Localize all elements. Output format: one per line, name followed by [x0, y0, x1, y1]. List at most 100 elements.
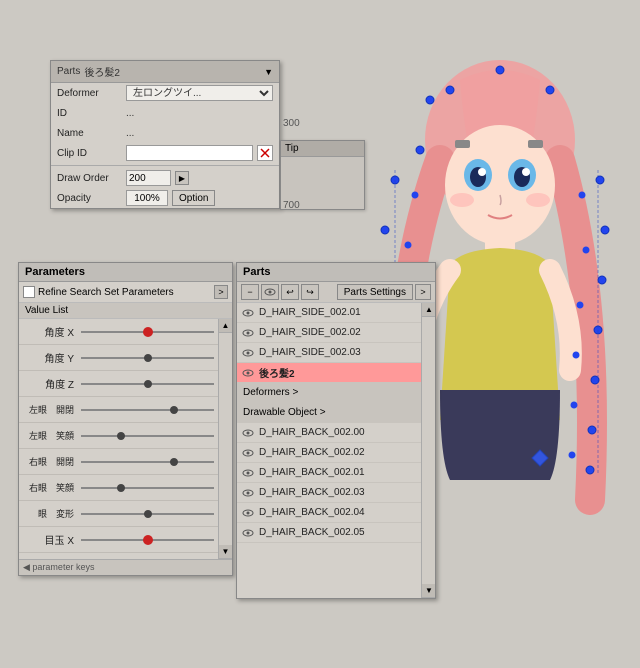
search-checkbox[interactable] [23, 286, 35, 298]
parts-eye-btn[interactable] [261, 284, 279, 300]
inspector-header: Parts 後ろ髪2 ▼ [51, 61, 279, 83]
scroll-up-btn[interactable]: ▲ [219, 319, 233, 333]
parts-item[interactable]: D_HAIR_SIDE_002.02 [237, 323, 421, 343]
params-row: 左眼 笑顔 [19, 423, 218, 449]
eye-icon[interactable] [241, 346, 255, 360]
parts-item-name: D_HAIR_SIDE_002.03 [259, 347, 361, 358]
params-row: 角度 Z [19, 371, 218, 397]
parts-item[interactable]: D_HAIR_BACK_002.00 [237, 423, 421, 443]
draw-order-label: Draw Order [57, 173, 122, 184]
params-row: 角度 X [19, 319, 218, 345]
label-300: 300 [283, 118, 300, 129]
name-value: ... [126, 128, 134, 139]
eye-icon[interactable] [241, 486, 255, 500]
param-slider[interactable] [81, 426, 214, 446]
param-slider[interactable] [81, 348, 214, 368]
clip-id-input[interactable] [126, 145, 253, 161]
parts-item[interactable]: D_HAIR_BACK_002.02 [237, 443, 421, 463]
param-slider[interactable] [81, 478, 214, 498]
draw-order-input[interactable]: 200 [126, 170, 171, 186]
param-slider[interactable] [81, 400, 214, 420]
parts-dropdown-arrow[interactable]: ▼ [264, 67, 273, 77]
param-slider[interactable] [81, 452, 214, 472]
parts-expand-btn[interactable]: > [415, 284, 431, 300]
parts-item[interactable]: D_HAIR_SIDE_002.01 [237, 303, 421, 323]
param-slider[interactable] [81, 374, 214, 394]
clip-id-row: Clip ID [51, 143, 279, 163]
parts-item-name: D_HAIR_BACK_002.02 [259, 447, 365, 458]
parts-item[interactable]: D_HAIR_BACK_002.01 [237, 463, 421, 483]
eye-icon[interactable] [241, 426, 255, 440]
draw-order-row: Draw Order 200 ▶ [51, 168, 279, 188]
parts-minus-btn[interactable]: − [241, 284, 259, 300]
id-value: ... [126, 108, 134, 119]
parts-redo-btn[interactable]: ↪ [301, 284, 319, 300]
param-slider[interactable] [81, 504, 214, 524]
tip-header: Tip [281, 141, 364, 157]
id-row: ID ... [51, 103, 279, 123]
param-label: 角度 Y [23, 350, 78, 365]
parts-item-name: D_HAIR_BACK_002.05 [259, 527, 365, 538]
params-footer-text: ◀ parameter keys [23, 562, 94, 572]
deformers-section[interactable]: Deformers > [237, 383, 421, 403]
deformer-select[interactable]: 左ロングツイ... [126, 85, 273, 101]
opacity-label: Opacity [57, 193, 122, 204]
param-label: 左眼 笑顔 [23, 429, 78, 442]
scroll-down-btn[interactable]: ▼ [422, 584, 435, 598]
params-row: 角度 Y [19, 345, 218, 371]
scroll-down-btn[interactable]: ▼ [219, 545, 233, 559]
search-row: Refine Search Set Parameters > [19, 282, 232, 303]
opacity-input[interactable] [126, 190, 168, 206]
parts-item[interactable]: D_HAIR_SIDE_002.03 [237, 343, 421, 363]
clip-icon[interactable] [257, 145, 273, 161]
parts-item[interactable]: D_HAIR_BACK_002.04 [237, 503, 421, 523]
deformers-label: Deformers > [243, 387, 298, 398]
eye-icon[interactable] [241, 366, 255, 380]
name-label: Name [57, 128, 122, 139]
parts-item[interactable]: D_HAIR_BACK_002.03 [237, 483, 421, 503]
params-scrollbar[interactable]: ▲ ▼ [218, 319, 232, 559]
parameters-header: Parameters [19, 263, 232, 282]
param-label: 眼 変形 [23, 507, 78, 520]
parts-item-name: D_HAIR_SIDE_002.02 [259, 327, 361, 338]
parts-panel: Parts − ↩ ↪ Parts Settings > D_HAIR_SIDE… [236, 262, 436, 599]
eye-icon[interactable] [241, 306, 255, 320]
parts-item-name-selected: 後ろ髪2 [259, 365, 295, 380]
parts-item[interactable]: D_HAIR_BACK_002.05 [237, 523, 421, 543]
param-label: 右眼 開閉 [23, 455, 78, 468]
scroll-track [422, 317, 435, 584]
parts-scrollbar[interactable]: ▲ ▼ [421, 303, 435, 598]
param-slider[interactable] [81, 530, 214, 550]
parts-item-name: D_HAIR_SIDE_002.01 [259, 307, 361, 318]
parts-value: 後ろ髪2 [84, 64, 260, 79]
divider1 [51, 165, 279, 166]
parameters-panel: Parameters Refine Search Set Parameters … [18, 262, 233, 576]
eye-icon[interactable] [241, 446, 255, 460]
scroll-track [219, 333, 233, 545]
parts-item-selected[interactable]: 後ろ髪2 [237, 363, 421, 383]
params-row: 右眼 開閉 [19, 449, 218, 475]
eye-icon[interactable] [241, 526, 255, 540]
eye-icon[interactable] [241, 326, 255, 340]
parts-settings-button[interactable]: Parts Settings [337, 284, 413, 300]
param-label: 右眼 笑顔 [23, 481, 78, 494]
parts-undo-btn[interactable]: ↩ [281, 284, 299, 300]
draw-order-up-btn[interactable]: ▶ [175, 171, 189, 185]
option-button[interactable]: Option [172, 190, 215, 206]
drawable-section[interactable]: Drawable Object > [237, 403, 421, 423]
scroll-up-btn[interactable]: ▲ [422, 303, 435, 317]
eye-icon[interactable] [241, 466, 255, 480]
params-row: 目玉 X [19, 527, 218, 553]
param-slider[interactable] [81, 322, 214, 342]
opacity-row: Opacity Option [51, 188, 279, 208]
eye-icon[interactable] [241, 506, 255, 520]
params-list: 角度 X 角度 Y 角度 Z [19, 319, 232, 559]
params-row: 眼 変形 [19, 501, 218, 527]
search-expand-btn[interactable]: > [214, 285, 228, 299]
deformer-label: Deformer [57, 88, 122, 99]
params-footer: ◀ parameter keys [19, 559, 232, 575]
params-row: 左眼 開閉 [19, 397, 218, 423]
label-700: 700 [283, 200, 300, 211]
inspector-panel: Parts 後ろ髪2 ▼ Deformer 左ロングツイ... ID ... N… [50, 60, 280, 209]
param-label: 角度 Z [23, 376, 78, 391]
